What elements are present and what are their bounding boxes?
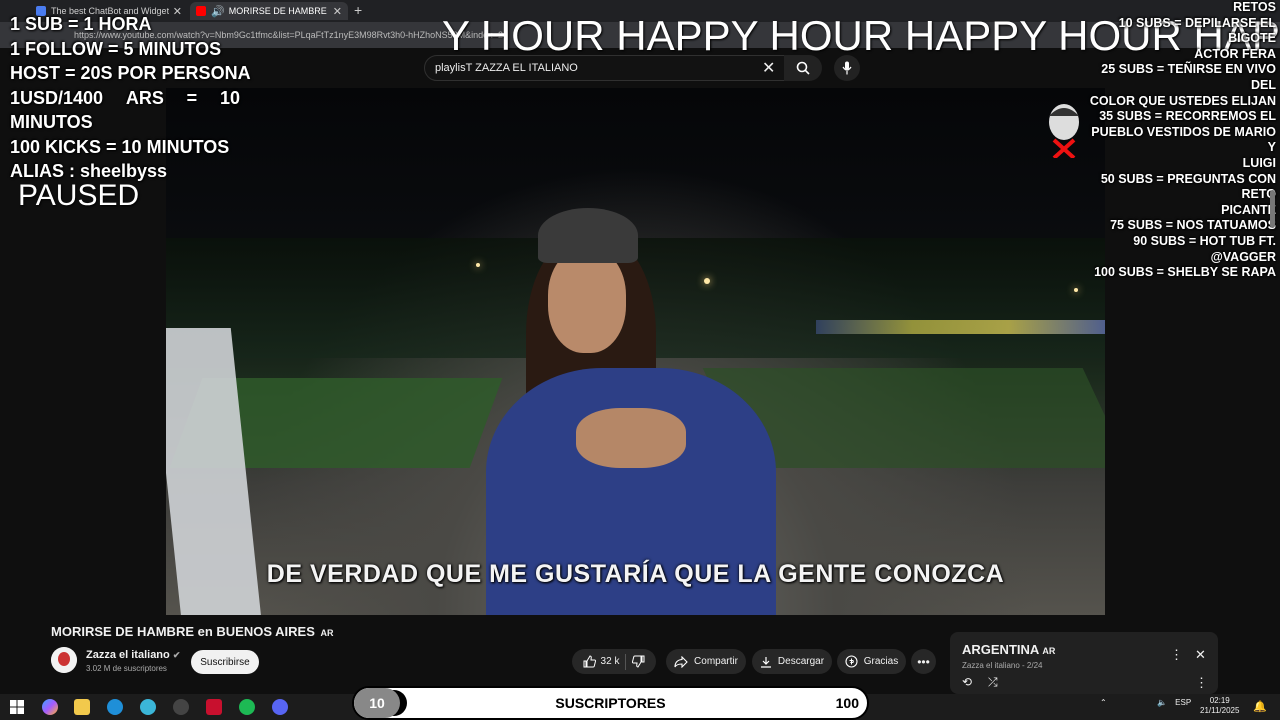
- playlist-panel: ARGENTINA AR Zazza el italiano - 2/24 ⋮ …: [950, 632, 1218, 694]
- usd-rate: 1USD/1400: [10, 87, 104, 108]
- country-badge: AR: [320, 628, 334, 638]
- thanks-icon: [845, 655, 858, 668]
- windows-start-icon[interactable]: [9, 699, 25, 715]
- video-person: [486, 208, 776, 615]
- share-icon: [674, 655, 688, 668]
- paused-indicator: PAUSED: [18, 179, 140, 212]
- download-icon: [760, 656, 771, 668]
- street-light: [476, 263, 480, 267]
- thanks-button[interactable]: Gracias: [837, 649, 906, 674]
- challenge-line: LUIGI: [1242, 155, 1276, 170]
- rule-line: HOST = 20S POR PERSONA: [10, 63, 251, 83]
- challenges-overlay: RETOS 10 SUBS = DEPILARSE EL BIGOTE ACTO…: [1080, 0, 1276, 281]
- like-button[interactable]: 32 k: [583, 655, 620, 668]
- stream-rules-overlay: 1 SUB = 1 HORA 1 FOLLOW = 5 MINUTOS HOST…: [10, 12, 251, 184]
- taskbar-clock[interactable]: 02:19 21/11/2025: [1200, 696, 1239, 716]
- more-actions-button[interactable]: •••: [911, 649, 936, 674]
- channel-name[interactable]: Zazza el italiano ✔: [86, 649, 180, 661]
- minutes-value: 10: [219, 87, 240, 108]
- download-button[interactable]: Descargar: [752, 649, 832, 674]
- challenge-line: PICANTE: [1221, 202, 1276, 217]
- divider: [625, 653, 627, 670]
- playlist-badge: AR: [1042, 646, 1056, 656]
- subscriber-count: 3.02 M de suscriptores: [86, 664, 167, 673]
- playlist-menu-icon[interactable]: ⋮: [1170, 647, 1183, 663]
- spotify-icon[interactable]: [239, 699, 255, 715]
- loop-icon[interactable]: ⟲: [962, 675, 972, 689]
- share-label: Compartir: [694, 656, 738, 667]
- close-playlist-icon[interactable]: ✕: [1195, 647, 1206, 663]
- mic-icon: [842, 61, 852, 75]
- currency: ARS: [125, 87, 164, 108]
- playlist-more-icon[interactable]: ⋮: [1195, 675, 1208, 691]
- like-dislike-group: 32 k: [572, 649, 656, 674]
- notification-icon[interactable]: 🔔: [1253, 700, 1267, 713]
- sub-goal-label: SUSCRIPTORES: [555, 695, 666, 711]
- copilot-icon[interactable]: [42, 699, 58, 715]
- rule-line: 100 KICKS = 10 MINUTOS: [10, 136, 230, 157]
- video-subtitle: DE VERDAD QUE ME GUSTARÍA QUE LA GENTE C…: [266, 560, 1005, 588]
- challenge-line: 90 SUBS = HOT TUB FT. @VAGGER: [1133, 233, 1276, 264]
- new-tab-button[interactable]: +: [354, 2, 362, 18]
- sub-goal-bar: 10 SUSCRIPTORES 100: [352, 686, 869, 720]
- thumbs-up-icon: [583, 655, 596, 668]
- file-explorer-icon[interactable]: [74, 699, 90, 715]
- app-red-icon[interactable]: [206, 699, 222, 715]
- clock-time: 02:19: [1209, 696, 1230, 705]
- rule-line: MINUTOS: [10, 112, 93, 132]
- clock-date: 21/11/2025: [1200, 706, 1240, 715]
- like-count: 32 k: [600, 656, 620, 667]
- playlist-title[interactable]: ARGENTINA AR: [962, 642, 1055, 657]
- face-sticker-icon: [1049, 104, 1079, 158]
- system-tray: ⌃ 🔈 ESP: [1100, 698, 1191, 707]
- video-player[interactable]: [166, 88, 1105, 615]
- edge-beta-icon[interactable]: [140, 699, 156, 715]
- challenge-line: 25 SUBS = TEÑIRSE EN VIVO DEL: [1101, 62, 1276, 92]
- search-icon: [796, 61, 810, 75]
- sub-goal-target: 100: [835, 695, 859, 711]
- language-indicator[interactable]: ESP: [1175, 698, 1191, 707]
- shuffle-icon[interactable]: ⤮: [988, 675, 998, 690]
- video-title-text: MORIRSE DE HAMBRE en BUENOS AIRES: [51, 624, 315, 639]
- challenge-line: ACTOR FERA: [1194, 46, 1276, 61]
- rule-line: 1 SUB = 1 HORA: [10, 14, 152, 34]
- channel-name-text[interactable]: Zazza el italiano: [86, 649, 170, 661]
- clear-search-icon[interactable]: ✕: [762, 58, 775, 78]
- equals: =: [186, 87, 198, 108]
- scrollbar[interactable]: [1270, 190, 1275, 228]
- challenge-line: 35 SUBS = RECORREMOS EL: [1099, 109, 1276, 124]
- subscribe-button[interactable]: Suscribirse: [191, 650, 259, 674]
- rule-line: 1 FOLLOW = 5 MINUTOS: [10, 38, 222, 59]
- close-tab-icon[interactable]: ✕: [333, 5, 342, 18]
- usd-rate-line: 1USD/1400 ARS = 10: [10, 86, 240, 111]
- thumbs-down-icon[interactable]: [632, 655, 645, 668]
- tab-title: MORIRSE DE HAMBRE en BU: [228, 6, 329, 16]
- challenge-line: 75 SUBS = NOS TATUAMOS: [1110, 218, 1276, 233]
- avatar-icon: [51, 647, 77, 673]
- obs-icon[interactable]: [173, 699, 189, 715]
- challenge-line: 50 SUBS = PREGUNTAS CON RETO: [1100, 171, 1276, 202]
- playlist-title-text: ARGENTINA: [962, 642, 1039, 657]
- street-light: [1074, 288, 1078, 292]
- more-icon: •••: [917, 654, 930, 669]
- share-button[interactable]: Compartir: [666, 649, 746, 674]
- video-title: MORIRSE DE HAMBRE en BUENOS AIRES AR: [51, 624, 334, 639]
- playlist-subtitle: Zazza el italiano - 2/24: [962, 661, 1043, 670]
- challenge-line: PUEBLO VESTIDOS DE MARIO Y: [1091, 124, 1276, 155]
- edge-icon[interactable]: [107, 699, 123, 715]
- challenges-title: RETOS: [1233, 0, 1276, 14]
- video-shopfronts: [816, 320, 1105, 334]
- tray-chevron-icon[interactable]: ⌃: [1100, 698, 1107, 707]
- thanks-label: Gracias: [863, 656, 899, 667]
- download-label: Descargar: [777, 656, 825, 667]
- discord-icon[interactable]: [272, 699, 288, 715]
- challenge-line: 10 SUBS = DEPILARSE EL BIGOTE: [1118, 15, 1276, 46]
- tray-volume-icon[interactable]: 🔈: [1157, 698, 1167, 707]
- challenge-line: COLOR QUE USTEDES ELIJAN: [1089, 93, 1276, 108]
- channel-avatar[interactable]: [51, 647, 77, 673]
- challenge-line: 100 SUBS = SHELBY SE RAPA: [1094, 265, 1276, 280]
- verified-icon: ✔: [172, 650, 181, 660]
